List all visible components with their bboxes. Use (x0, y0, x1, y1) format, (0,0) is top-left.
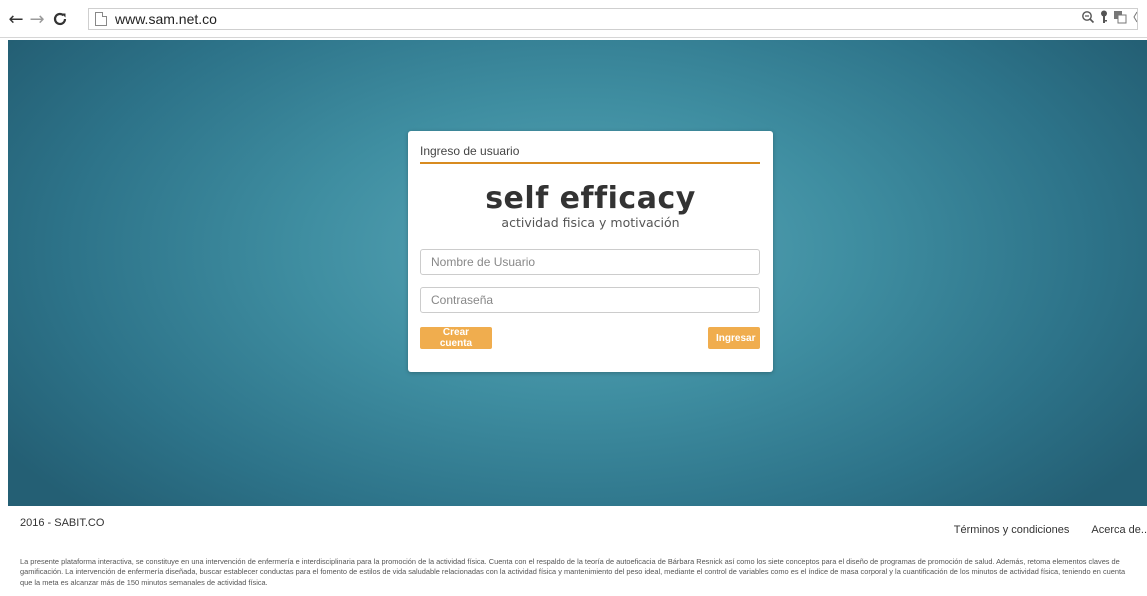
url-text: www.sam.net.co (115, 11, 217, 27)
login-card: Ingreso de usuario self efficacy activid… (408, 131, 773, 372)
reload-icon[interactable] (50, 9, 70, 29)
address-bar-icons (1081, 10, 1138, 28)
key-icon[interactable] (1099, 10, 1109, 28)
about-link[interactable]: Acerca de.. (1091, 524, 1147, 536)
login-card-title: Ingreso de usuario (420, 144, 760, 164)
star-icon[interactable] (1131, 10, 1138, 28)
back-arrow-icon[interactable]: ← (6, 9, 26, 30)
username-input[interactable] (420, 249, 760, 275)
address-bar[interactable]: www.sam.net.co (88, 8, 1138, 30)
create-account-button[interactable]: Crear cuenta (420, 327, 492, 349)
login-button[interactable]: Ingresar (708, 327, 760, 349)
password-input[interactable] (420, 287, 760, 313)
brand-logo: self efficacy actividad fisica y motivac… (408, 181, 773, 231)
page-icon (95, 12, 107, 26)
brand-tagline: actividad fisica y motivación (501, 215, 680, 230)
zoom-icon[interactable] (1081, 10, 1095, 28)
disclaimer-text: La presente plataforma interactiva, se c… (20, 557, 1126, 587)
copyright-text: 2016 - SABIT.CO (20, 517, 105, 529)
browser-toolbar: ← → www.sam.net.co (0, 0, 1147, 38)
footer-links: Términos y condiciones Acerca de.. (932, 524, 1147, 536)
translate-icon[interactable] (1113, 10, 1127, 28)
forward-arrow-icon[interactable]: → (27, 9, 47, 30)
brand-name: self efficacy (485, 181, 696, 216)
terms-link[interactable]: Términos y condiciones (954, 524, 1070, 536)
